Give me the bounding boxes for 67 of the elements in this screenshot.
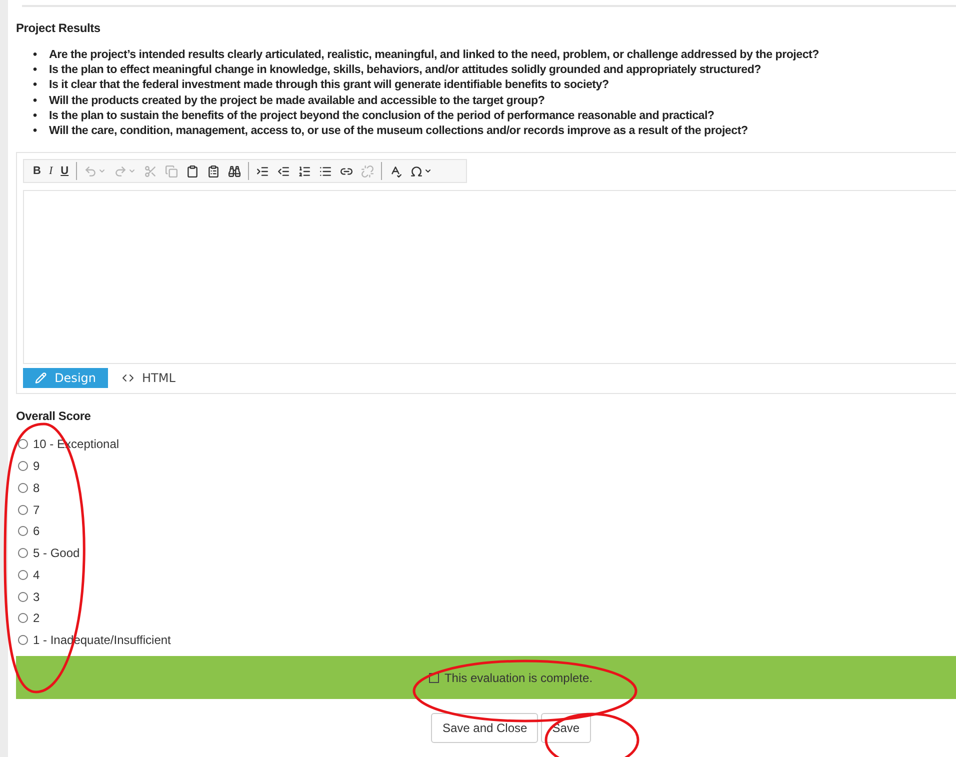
caret-icon [424,167,432,176]
score-option[interactable]: 2 [18,608,40,630]
clipboard-list-icon [206,164,220,178]
bullet-marker: • [33,47,38,62]
option-label: 7 [33,502,40,516]
bullet-marker: • [33,123,38,138]
bold-button[interactable]: B [30,161,44,182]
omega-icon [410,164,423,178]
checkbox-label: This evaluation is complete. [444,670,593,685]
radio-button[interactable] [18,613,28,624]
pencil-icon [35,372,47,384]
section-title: Project Results [16,21,102,35]
question-item: Is it clear that the federal investment made through this grant will generate identifiable benefits to society? [49,77,609,94]
option-label: 9 [33,458,40,473]
mode-tab[interactable]: HTML [122,368,176,388]
bullet-list-icon [318,164,332,178]
outdent-icon [276,164,290,178]
score-option[interactable]: 9 [18,455,40,477]
caret-icon [128,167,136,176]
bullet-marker: • [33,62,38,78]
radio-button[interactable] [18,635,28,646]
bullet-marker: • [33,92,38,108]
caret-icon [98,167,106,176]
scissors-icon [144,164,157,178]
score-option[interactable]: 5 - Good [18,542,80,564]
radio-button[interactable] [18,482,28,493]
editor-field[interactable] [23,190,956,364]
copy-icon [164,164,178,178]
score-option[interactable]: 4 [18,564,40,586]
question-item: Are the project’s intended results clearly articulated, realistic, meaningful, and linked to the need, problem, or challenge addressed by the project? [49,47,819,63]
score-label: Overall Score [16,409,92,424]
question-item: Will the care, condition, management, access to, or use of the museum collections and/or records improve as a result of the project? [49,123,748,140]
unlink-icon [360,164,374,178]
redo-icon [114,164,127,178]
save-and-close-button[interactable]: Save and Close [431,713,538,744]
radio-button[interactable] [18,439,28,450]
radio-button[interactable] [18,592,28,602]
score-option[interactable]: 3 [18,586,40,608]
clipboard-icon [186,164,199,178]
question-item: Will the products created by the project be made available and accessible to the target group? [49,92,545,109]
numbered-list-icon [298,164,311,178]
bullet-marker: • [33,77,38,93]
option-label: 5 - Good [33,546,80,560]
code-icon [122,372,134,384]
undo-icon [84,164,97,178]
radio-button[interactable] [18,548,28,558]
italic-button[interactable]: I [46,161,56,182]
radio-button[interactable] [18,526,28,536]
option-label: 8 [33,480,40,495]
question-item: Is the plan to sustain the benefits of the project beyond the conclusion of the period of performance reasonable and practical? [49,108,714,124]
underline-button[interactable]: U [58,161,72,182]
option-label: 4 [33,568,40,582]
option-label: 6 [33,524,40,538]
radio-button[interactable] [18,460,28,471]
binoculars-icon [228,164,241,178]
checkbox[interactable] [429,672,440,683]
spellcheck-icon [388,164,402,178]
radio-button[interactable] [18,570,28,580]
indent-icon [256,164,269,178]
radio-button[interactable] [18,504,28,514]
score-option[interactable]: 7 [18,498,40,520]
bullet-marker: • [33,108,38,124]
score-option[interactable]: 6 [18,520,40,542]
score-option[interactable]: 8 [18,476,40,499]
option-label: 3 [33,590,40,604]
option-label: 2 [33,611,40,626]
question-item: Is the plan to effect meaningful change in knowledge, skills, behaviors, and/or attitudes solidly grounded and appropriately structured? [49,62,761,78]
